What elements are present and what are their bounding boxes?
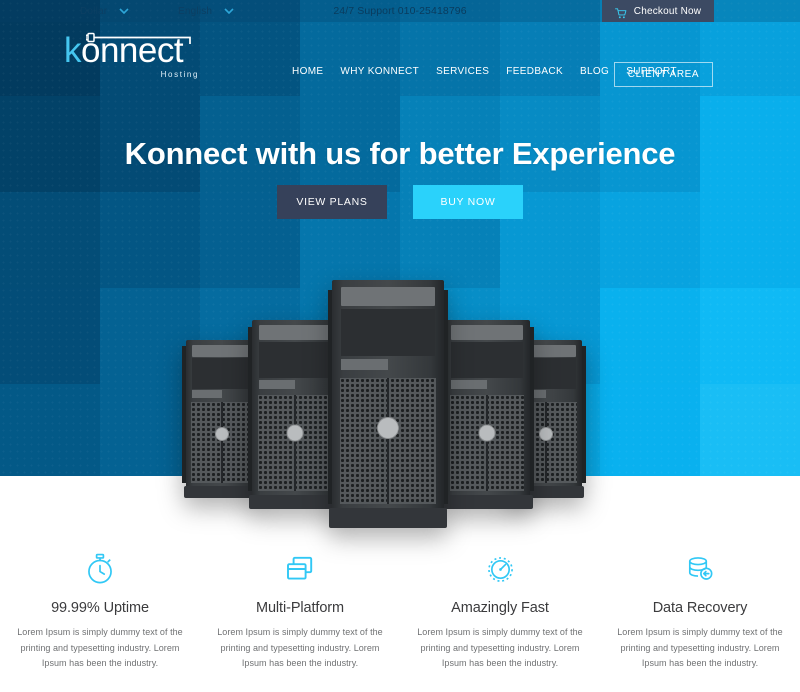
feature-card: Multi-Platform Lorem Ipsum is simply dumm… — [200, 552, 400, 672]
mosaic-tile — [600, 384, 700, 476]
mosaic-tile — [100, 384, 200, 476]
windows-layers-icon — [212, 552, 388, 586]
buy-now-button[interactable]: BUY NOW — [413, 185, 523, 219]
currency-selector[interactable]: Dollar — [80, 0, 129, 22]
mosaic-tile — [500, 384, 600, 476]
database-restore-icon — [612, 552, 788, 586]
nav-item-feedback[interactable]: FEEDBACK — [506, 66, 563, 77]
chevron-down-icon — [224, 8, 234, 14]
language-selector[interactable]: English — [178, 0, 234, 22]
mosaic-tile — [600, 288, 700, 384]
stopwatch-icon — [12, 552, 188, 586]
feature-description: Lorem Ipsum is simply dummy text of the … — [417, 627, 583, 668]
feature-description: Lorem Ipsum is simply dummy text of the … — [217, 627, 383, 668]
mosaic-tile — [400, 288, 500, 384]
mosaic-tile — [200, 288, 300, 384]
logo-tagline: Hosting — [160, 70, 199, 79]
client-area-button[interactable]: CLIENT AREA — [614, 62, 713, 87]
feature-description: Lorem Ipsum is simply dummy text of the … — [617, 627, 783, 668]
feature-title: 99.99% Uptime — [51, 600, 149, 616]
speedometer-icon — [412, 552, 588, 586]
mosaic-tile — [700, 288, 800, 384]
mosaic-tile — [700, 384, 800, 476]
feature-card: Data Recovery Lorem Ipsum is simply dummy… — [600, 552, 800, 672]
view-plans-button[interactable]: VIEW PLANS — [277, 185, 387, 219]
logo-letters-rest: onnect — [81, 31, 184, 70]
feature-title: Amazingly Fast — [451, 600, 549, 616]
hero-cta-group: VIEW PLANS BUY NOW — [0, 185, 800, 219]
language-label: English — [178, 5, 213, 17]
feature-description: Lorem Ipsum is simply dummy text of the … — [17, 627, 183, 668]
checkout-now-label: Checkout Now — [633, 5, 702, 17]
logo-wordmark: konnect — [64, 32, 199, 70]
mosaic-tile — [0, 384, 100, 476]
hero-headline: Konnect with us for better Experience — [124, 136, 676, 171]
nav-item-blog[interactable]: BLOG — [580, 66, 609, 77]
nav-item-services[interactable]: SERVICES — [436, 66, 489, 77]
chevron-down-icon — [119, 8, 129, 14]
page-root: 24/7 Support 010-25418796 Dollar English — [0, 0, 800, 692]
mosaic-tile — [0, 288, 100, 384]
nav-item-home[interactable]: HOME — [292, 66, 323, 77]
feature-title: Data Recovery — [652, 600, 748, 616]
mosaic-tile — [300, 288, 400, 384]
feature-card: 99.99% Uptime Lorem Ipsum is simply dummy… — [0, 552, 200, 672]
top-bar: 24/7 Support 010-25418796 Dollar English — [0, 0, 800, 22]
mosaic-tile — [300, 384, 400, 476]
cart-icon — [614, 6, 627, 18]
nav-item-why-konnect[interactable]: WHY KONNECT — [340, 66, 419, 77]
features-section: 99.99% Uptime Lorem Ipsum is simply dummy… — [0, 476, 800, 692]
checkout-now-button[interactable]: Checkout Now — [602, 0, 714, 22]
mosaic-tile — [200, 384, 300, 476]
site-header: konnect Hosting HOME WHY KONNECT SERVICES F… — [0, 22, 800, 87]
mosaic-tile — [400, 384, 500, 476]
feature-card: Amazingly Fast Lorem Ipsum is simply dumm… — [400, 552, 600, 672]
site-logo[interactable]: konnect Hosting — [64, 32, 199, 84]
feature-title: Multi-Platform — [255, 600, 345, 616]
mosaic-tile — [100, 288, 200, 384]
logo-letter-k: k — [64, 31, 82, 70]
currency-label: Dollar — [80, 5, 108, 17]
mosaic-tile — [500, 288, 600, 384]
